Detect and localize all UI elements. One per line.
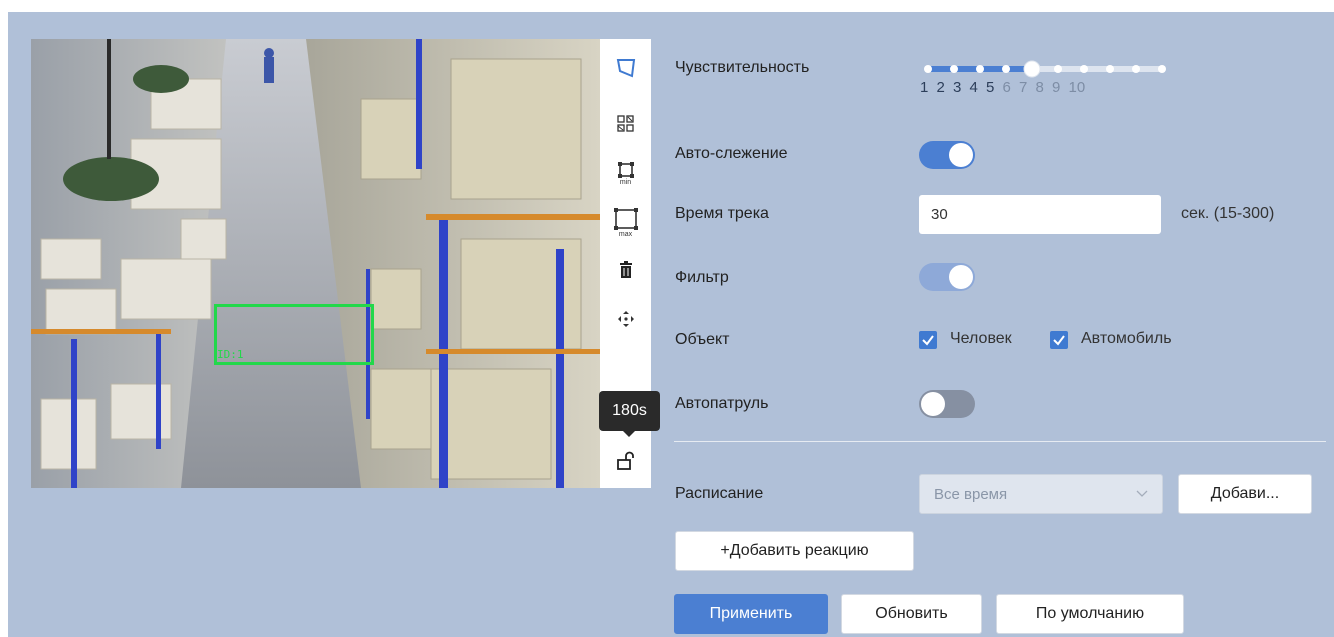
slider-step[interactable]	[924, 65, 932, 73]
polygon-icon	[616, 59, 635, 78]
lock-tool-button[interactable]	[600, 444, 651, 478]
delete-tool-button[interactable]	[600, 253, 651, 287]
polygon-tool-button[interactable]	[600, 51, 651, 85]
slider-step[interactable]	[1132, 65, 1140, 73]
filter-label: Фильтр	[675, 269, 729, 286]
person-checkbox[interactable]	[919, 331, 937, 349]
section-divider	[674, 441, 1326, 442]
max-box-tool-button[interactable]: max	[600, 205, 651, 239]
min-box-icon	[617, 161, 634, 178]
toggle-knob	[949, 143, 973, 167]
slider-step[interactable]	[1002, 65, 1010, 73]
toggle-knob	[921, 392, 945, 416]
grid-tool-button[interactable]	[600, 107, 651, 141]
sensitivity-level-label: 8	[1035, 79, 1044, 96]
track-time-tooltip: 180s	[599, 391, 660, 437]
chevron-down-icon	[1136, 490, 1148, 497]
sensitivity-level-label: 3	[953, 79, 962, 96]
auto-tracking-toggle[interactable]	[919, 141, 975, 169]
max-caption: max	[618, 230, 633, 238]
schedule-label: Расписание	[675, 485, 764, 502]
sensitivity-level-label: 2	[936, 79, 945, 96]
filter-toggle[interactable]	[919, 263, 975, 291]
sensitivity-level-label: 4	[969, 79, 978, 96]
toggle-knob	[949, 265, 973, 289]
unlock-icon	[616, 451, 634, 470]
grid-icon	[616, 115, 634, 132]
schedule-selected-value: Все время	[934, 485, 1008, 503]
vehicle-checkbox-label[interactable]: Автомобиль	[1081, 330, 1172, 348]
sensitivity-scale: 1 2 3 4 5 6 7 8 9 10	[920, 79, 1085, 96]
autopatrol-label: Автопатруль	[675, 395, 769, 412]
add-reaction-button[interactable]: +Добавить реакцию	[675, 531, 914, 571]
auto-tracking-label: Авто-слежение	[675, 145, 788, 162]
min-box-tool-button[interactable]: min	[600, 156, 651, 190]
slider-step[interactable]	[1158, 65, 1166, 73]
move-tool-button[interactable]	[600, 302, 651, 336]
apply-button[interactable]: Применить	[674, 594, 828, 634]
warehouse-scene	[31, 39, 600, 488]
sensitivity-level-label: 9	[1052, 79, 1061, 96]
person-checkbox-label[interactable]: Человек	[950, 330, 1012, 348]
sensitivity-level-label: 10	[1068, 79, 1086, 96]
sensitivity-level-label: 1	[920, 79, 929, 96]
max-box-icon	[613, 207, 638, 230]
schedule-add-button[interactable]: Добави...	[1178, 474, 1312, 514]
slider-step[interactable]	[950, 65, 958, 73]
autopatrol-toggle[interactable]	[919, 390, 975, 418]
min-caption: min	[619, 178, 632, 186]
slider-step[interactable]	[1080, 65, 1088, 73]
slider-step[interactable]	[976, 65, 984, 73]
check-icon	[922, 335, 934, 346]
track-time-input[interactable]: 30	[919, 195, 1161, 234]
track-time-value: 30	[931, 206, 948, 223]
sensitivity-level-label: 5	[986, 79, 995, 96]
track-time-unit: сек. (15-300)	[1181, 205, 1275, 222]
sensitivity-label: Чувствительность	[675, 59, 810, 76]
slider-step[interactable]	[1054, 65, 1062, 73]
trash-icon	[619, 261, 632, 278]
schedule-select[interactable]: Все время	[919, 474, 1163, 514]
move-icon	[617, 311, 634, 327]
object-label: Объект	[675, 331, 730, 348]
detection-box[interactable]: ID:1	[214, 304, 374, 365]
slider-step[interactable]	[1106, 65, 1114, 73]
refresh-button[interactable]: Обновить	[841, 594, 982, 634]
vehicle-checkbox[interactable]	[1050, 331, 1068, 349]
camera-preview[interactable]: ID:1	[31, 39, 600, 488]
default-button[interactable]: По умолчанию	[996, 594, 1184, 634]
slider-thumb[interactable]	[1023, 60, 1041, 78]
detection-label: ID:1	[217, 348, 244, 361]
track-time-label: Время трека	[675, 205, 769, 222]
sensitivity-level-label: 7	[1019, 79, 1028, 96]
sensitivity-slider[interactable]	[920, 60, 1170, 78]
sensitivity-level-label: 6	[1002, 79, 1011, 96]
check-icon	[1053, 335, 1065, 346]
